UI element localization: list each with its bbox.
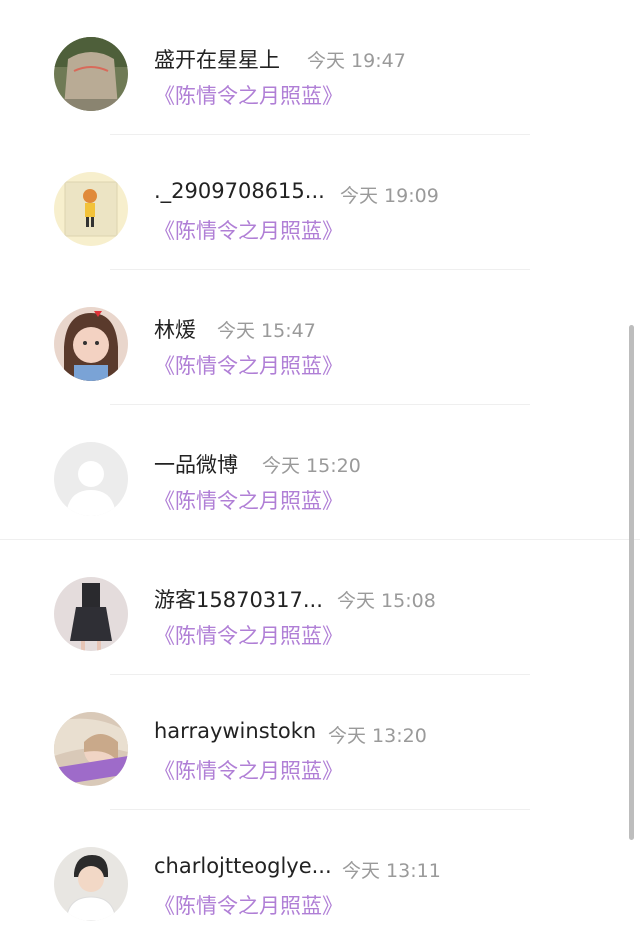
work-title-link[interactable]: 《陈情令之月照蓝》 (154, 80, 343, 110)
timestamp: 今天 15:08 (337, 590, 436, 612)
dress-avatar[interactable] (54, 577, 128, 651)
timestamp: 今天 19:09 (340, 185, 439, 207)
list-item[interactable]: 游客15870317... 今天 15:08 《陈情令之月照蓝》 (0, 540, 640, 675)
list-item[interactable]: harraywinstokn 今天 13:20 《陈情令之月照蓝》 (0, 675, 640, 810)
work-title-link[interactable]: 《陈情令之月照蓝》 (154, 485, 343, 515)
child-avatar[interactable] (54, 307, 128, 381)
user-name: harraywinstokn (154, 719, 317, 743)
list-item[interactable]: 盛开在星星上 今天 19:47 《陈情令之月照蓝》 (0, 0, 640, 135)
default-avatar[interactable] (54, 442, 128, 516)
user-name: 游客15870317... (154, 588, 323, 612)
stone-avatar[interactable] (54, 37, 128, 111)
timestamp: 今天 19:47 (307, 50, 406, 72)
cartoon-avatar[interactable] (54, 172, 128, 246)
list-item[interactable]: charlojtteoglye... 今天 13:11 《陈情令之月照蓝》 (0, 810, 640, 945)
scrollbar[interactable] (629, 325, 634, 840)
timestamp: 今天 13:20 (328, 725, 427, 747)
work-title-link[interactable]: 《陈情令之月照蓝》 (154, 620, 343, 650)
timestamp: 今天 13:11 (342, 860, 441, 882)
user-name: 林煖 (154, 318, 196, 342)
boy-avatar[interactable] (54, 847, 128, 921)
work-title-link[interactable]: 《陈情令之月照蓝》 (154, 890, 343, 920)
work-title-link[interactable]: 《陈情令之月照蓝》 (154, 755, 343, 785)
user-name: 一品微博 (154, 453, 238, 477)
list-item[interactable]: 一品微博 今天 15:20 《陈情令之月照蓝》 (0, 405, 640, 540)
work-title-link[interactable]: 《陈情令之月照蓝》 (154, 215, 343, 245)
user-name: charlojtteoglye... (154, 854, 332, 878)
timestamp: 今天 15:47 (217, 320, 316, 342)
work-title-link[interactable]: 《陈情令之月照蓝》 (154, 350, 343, 380)
girl-avatar[interactable] (54, 712, 128, 786)
timestamp: 今天 15:20 (262, 455, 361, 477)
user-name: 盛开在星星上 (154, 48, 280, 72)
list-item[interactable]: 林煖 今天 15:47 《陈情令之月照蓝》 (0, 270, 640, 405)
user-name: ._2909708615... (154, 179, 325, 203)
list-item[interactable]: ._2909708615... 今天 19:09 《陈情令之月照蓝》 (0, 135, 640, 270)
